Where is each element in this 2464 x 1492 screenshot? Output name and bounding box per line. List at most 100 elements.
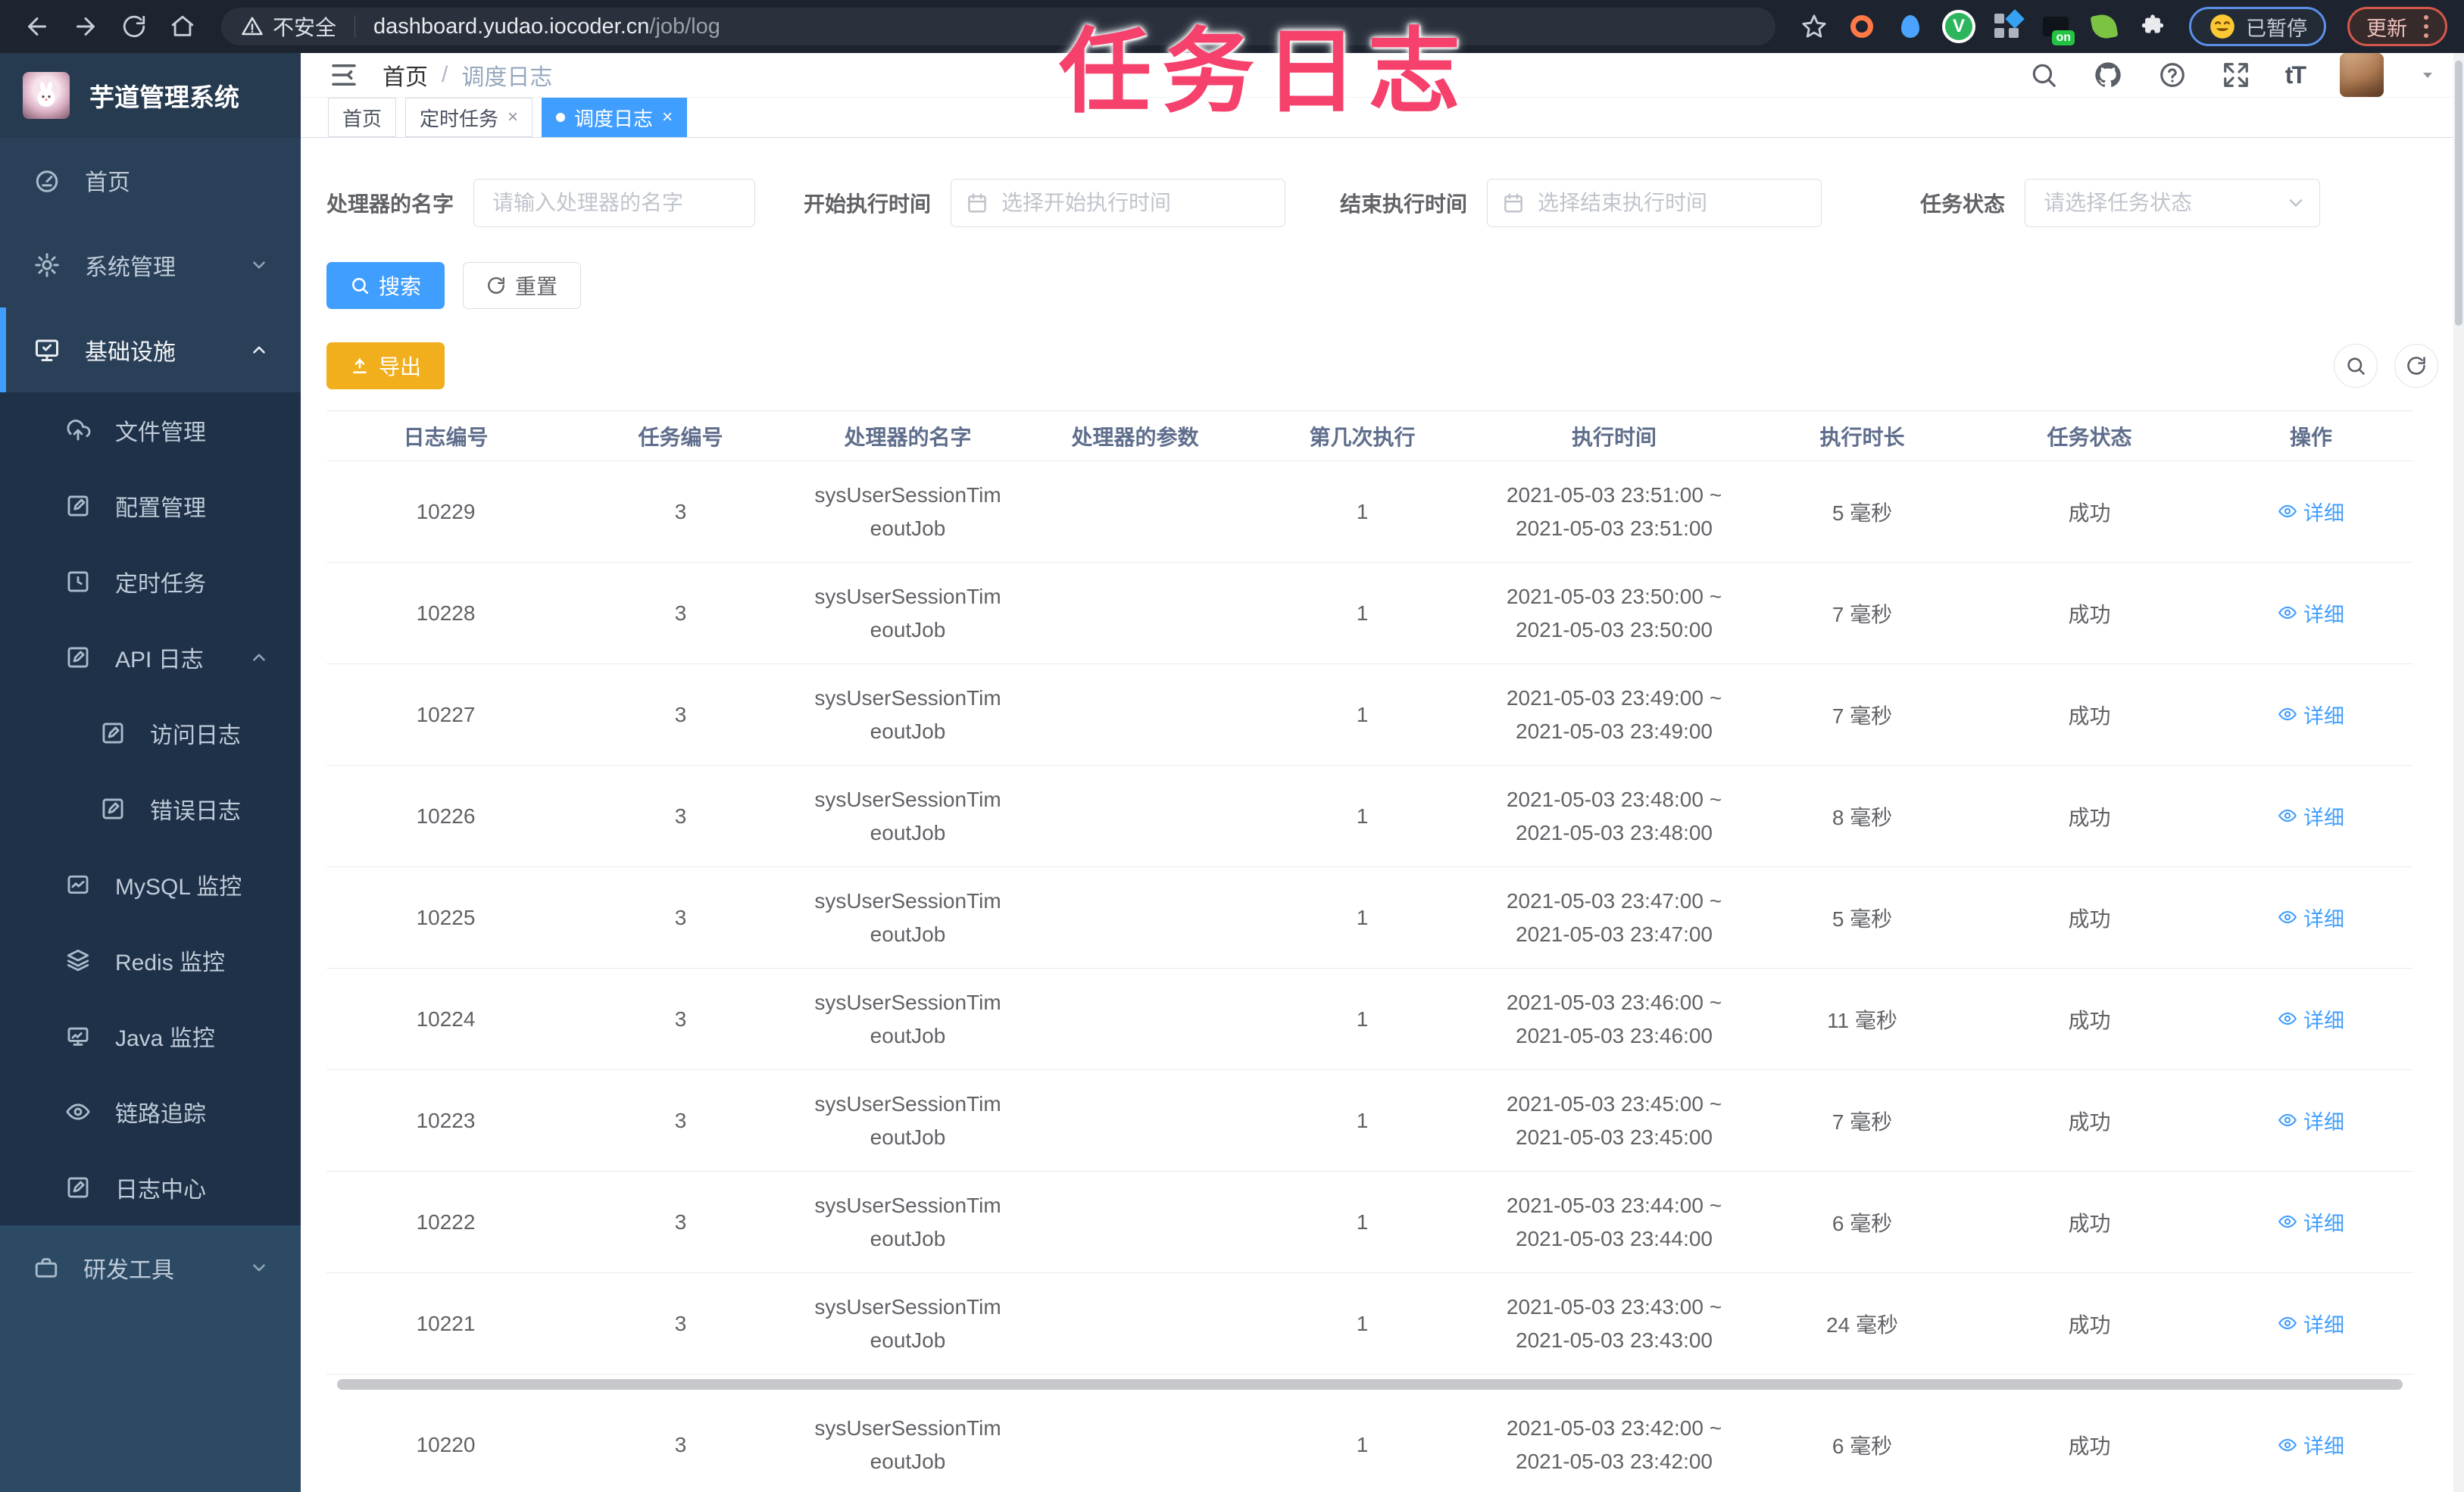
table-toolbar: 导出 bbox=[326, 342, 2438, 389]
search-icon[interactable] bbox=[2029, 61, 2058, 89]
browser-reload-icon[interactable] bbox=[114, 6, 155, 47]
fullscreen-icon[interactable] bbox=[2222, 61, 2250, 89]
horizontal-scrollbar-thumb[interactable] bbox=[336, 1379, 2403, 1390]
tab-job-log[interactable]: 调度日志 × bbox=[542, 98, 688, 137]
app-title: 芋道管理系统 bbox=[89, 83, 239, 111]
cell-job-id: 3 bbox=[565, 1171, 796, 1273]
cell-handler-name: sysUserSessionTim eoutJob bbox=[796, 1394, 1020, 1492]
extension-icon-drop[interactable] bbox=[1895, 11, 1925, 42]
detail-link[interactable]: 详细 bbox=[2278, 903, 2344, 932]
search-button[interactable]: 搜索 bbox=[326, 262, 445, 309]
reset-button[interactable]: 重置 bbox=[463, 262, 582, 309]
help-icon[interactable] bbox=[2158, 61, 2187, 89]
detail-link[interactable]: 详细 bbox=[2278, 1309, 2344, 1338]
extension-icon-ring[interactable] bbox=[1847, 11, 1877, 42]
cell-handler-name: sysUserSessionTim eoutJob bbox=[796, 1069, 1020, 1172]
cell-status: 成功 bbox=[1970, 866, 2209, 969]
detail-link[interactable]: 详细 bbox=[2278, 801, 2344, 831]
sidebar-item-java-monitor[interactable]: Java 监控 bbox=[0, 998, 301, 1074]
font-size-icon[interactable]: tT bbox=[2285, 61, 2306, 89]
sidebar-item-log-center[interactable]: 日志中心 bbox=[0, 1150, 301, 1225]
address-bar[interactable]: 不安全 dashboard.yudao.iocoder.cn/job/log bbox=[221, 8, 1775, 45]
refresh-table-button[interactable] bbox=[2394, 344, 2438, 388]
sidebar-item-access-log[interactable]: 访问日志 bbox=[0, 695, 301, 771]
cell-handler-param bbox=[1020, 1069, 1251, 1172]
window-scrollbar-thumb[interactable] bbox=[2455, 61, 2462, 326]
cell-duration: 8 毫秒 bbox=[1754, 765, 1970, 867]
job-status-select[interactable] bbox=[2025, 179, 2321, 227]
detail-link[interactable]: 详细 bbox=[2278, 1430, 2344, 1459]
extension-icon-on-badge[interactable]: on bbox=[2041, 11, 2075, 45]
sidebar-item-home[interactable]: 首页 bbox=[0, 138, 301, 223]
gear-icon bbox=[35, 253, 59, 277]
refresh-icon bbox=[488, 276, 504, 294]
close-icon[interactable]: × bbox=[662, 107, 673, 128]
cell-log-id: 10229 bbox=[326, 460, 565, 563]
tab-home[interactable]: 首页 bbox=[328, 98, 397, 137]
cell-actions: 详细 bbox=[2209, 968, 2413, 1070]
sidebar-item-error-log[interactable]: 错误日志 bbox=[0, 771, 301, 847]
eye-icon bbox=[2278, 1216, 2297, 1228]
sidebar-item-mysql-monitor[interactable]: MySQL 监控 bbox=[0, 847, 301, 922]
form-actions: 搜索 重置 bbox=[326, 262, 2438, 309]
extension-icon-v[interactable]: V bbox=[1944, 11, 1974, 42]
sidebar-item-config-manage[interactable]: 配置管理 bbox=[0, 468, 301, 544]
export-button[interactable]: 导出 bbox=[326, 342, 445, 389]
cell-log-id: 10220 bbox=[326, 1394, 565, 1492]
cell-execute-time: 2021-05-03 23:46:00 ~2021-05-03 23:46:00 bbox=[1474, 968, 1754, 1070]
sidebar-item-infrastructure[interactable]: 基础设施 bbox=[0, 307, 301, 392]
extension-icon-grid[interactable] bbox=[1992, 9, 2025, 42]
browser-update-pill[interactable]: 更新 bbox=[2347, 7, 2447, 46]
handler-name-input[interactable] bbox=[473, 179, 756, 227]
github-icon[interactable] bbox=[2093, 60, 2123, 90]
sidebar-item-file-manage[interactable]: 文件管理 bbox=[0, 392, 301, 468]
detail-link[interactable]: 详细 bbox=[2278, 700, 2344, 729]
user-avatar[interactable] bbox=[2340, 53, 2384, 97]
bookmark-star-icon[interactable] bbox=[1794, 6, 1835, 47]
sidebar-bottom-section: 研发工具 bbox=[0, 1225, 301, 1492]
extension-icon-leaf[interactable] bbox=[2089, 11, 2119, 42]
browser-back-icon[interactable] bbox=[17, 6, 58, 47]
sidebar-item-redis-monitor[interactable]: Redis 监控 bbox=[0, 922, 301, 998]
detail-link[interactable]: 详细 bbox=[2278, 1106, 2344, 1135]
avatar-caret-icon[interactable] bbox=[2419, 66, 2437, 84]
start-time-input[interactable] bbox=[951, 179, 1286, 227]
tab-scheduled-jobs[interactable]: 定时任务 × bbox=[405, 98, 533, 137]
cell-handler-param bbox=[1020, 562, 1251, 664]
sidebar-fold-icon[interactable] bbox=[328, 59, 360, 91]
security-chip[interactable]: 不安全 bbox=[241, 11, 336, 42]
detail-link[interactable]: 详细 bbox=[2278, 598, 2344, 628]
handler-name-label: 处理器的名字 bbox=[326, 192, 454, 216]
toggle-search-button[interactable] bbox=[2334, 344, 2378, 388]
sidebar-item-dev-tools[interactable]: 研发工具 bbox=[0, 1225, 301, 1310]
browser-forward-icon[interactable] bbox=[65, 6, 106, 47]
sidebar-item-api-log[interactable]: API 日志 bbox=[0, 620, 301, 695]
cell-log-id: 10221 bbox=[326, 1272, 565, 1375]
window-scrollbar[interactable] bbox=[2453, 53, 2464, 1492]
detail-link[interactable]: 详细 bbox=[2278, 1207, 2344, 1237]
table-row: 10222 3 sysUserSessionTim eoutJob 1 2021-… bbox=[326, 1171, 2413, 1273]
extensions-puzzle-icon[interactable] bbox=[2138, 11, 2168, 42]
start-time-picker-wrap bbox=[951, 179, 1286, 227]
smiley-icon bbox=[2210, 14, 2234, 39]
cell-execute-index: 1 bbox=[1251, 1272, 1474, 1375]
profile-paused-pill[interactable]: 已暂停 bbox=[2189, 7, 2326, 46]
cell-execute-time: 2021-05-03 23:43:00 ~2021-05-03 23:43:00 bbox=[1474, 1272, 1754, 1375]
horizontal-scrollbar[interactable] bbox=[326, 1374, 2413, 1394]
browser-home-icon[interactable] bbox=[162, 6, 203, 47]
app-logo-row[interactable]: 芋道管理系统 bbox=[0, 53, 301, 138]
timer-icon bbox=[67, 571, 89, 592]
end-time-input[interactable] bbox=[1487, 179, 1822, 227]
close-icon[interactable]: × bbox=[507, 107, 518, 128]
sidebar-item-system[interactable]: 系统管理 bbox=[0, 223, 301, 307]
browser-menu-kebab-icon[interactable] bbox=[2424, 15, 2428, 38]
breadcrumb-home[interactable]: 首页 bbox=[383, 58, 428, 92]
detail-link[interactable]: 详细 bbox=[2278, 1004, 2344, 1034]
sidebar-item-scheduled-jobs[interactable]: 定时任务 bbox=[0, 544, 301, 620]
cell-execute-index: 1 bbox=[1251, 866, 1474, 969]
table-row: 10224 3 sysUserSessionTim eoutJob 1 2021-… bbox=[326, 968, 2413, 1070]
sidebar-item-tracing[interactable]: 链路追踪 bbox=[0, 1074, 301, 1150]
detail-link[interactable]: 详细 bbox=[2278, 497, 2344, 526]
cell-job-id: 3 bbox=[565, 460, 796, 563]
cell-actions: 详细 bbox=[2209, 562, 2413, 664]
